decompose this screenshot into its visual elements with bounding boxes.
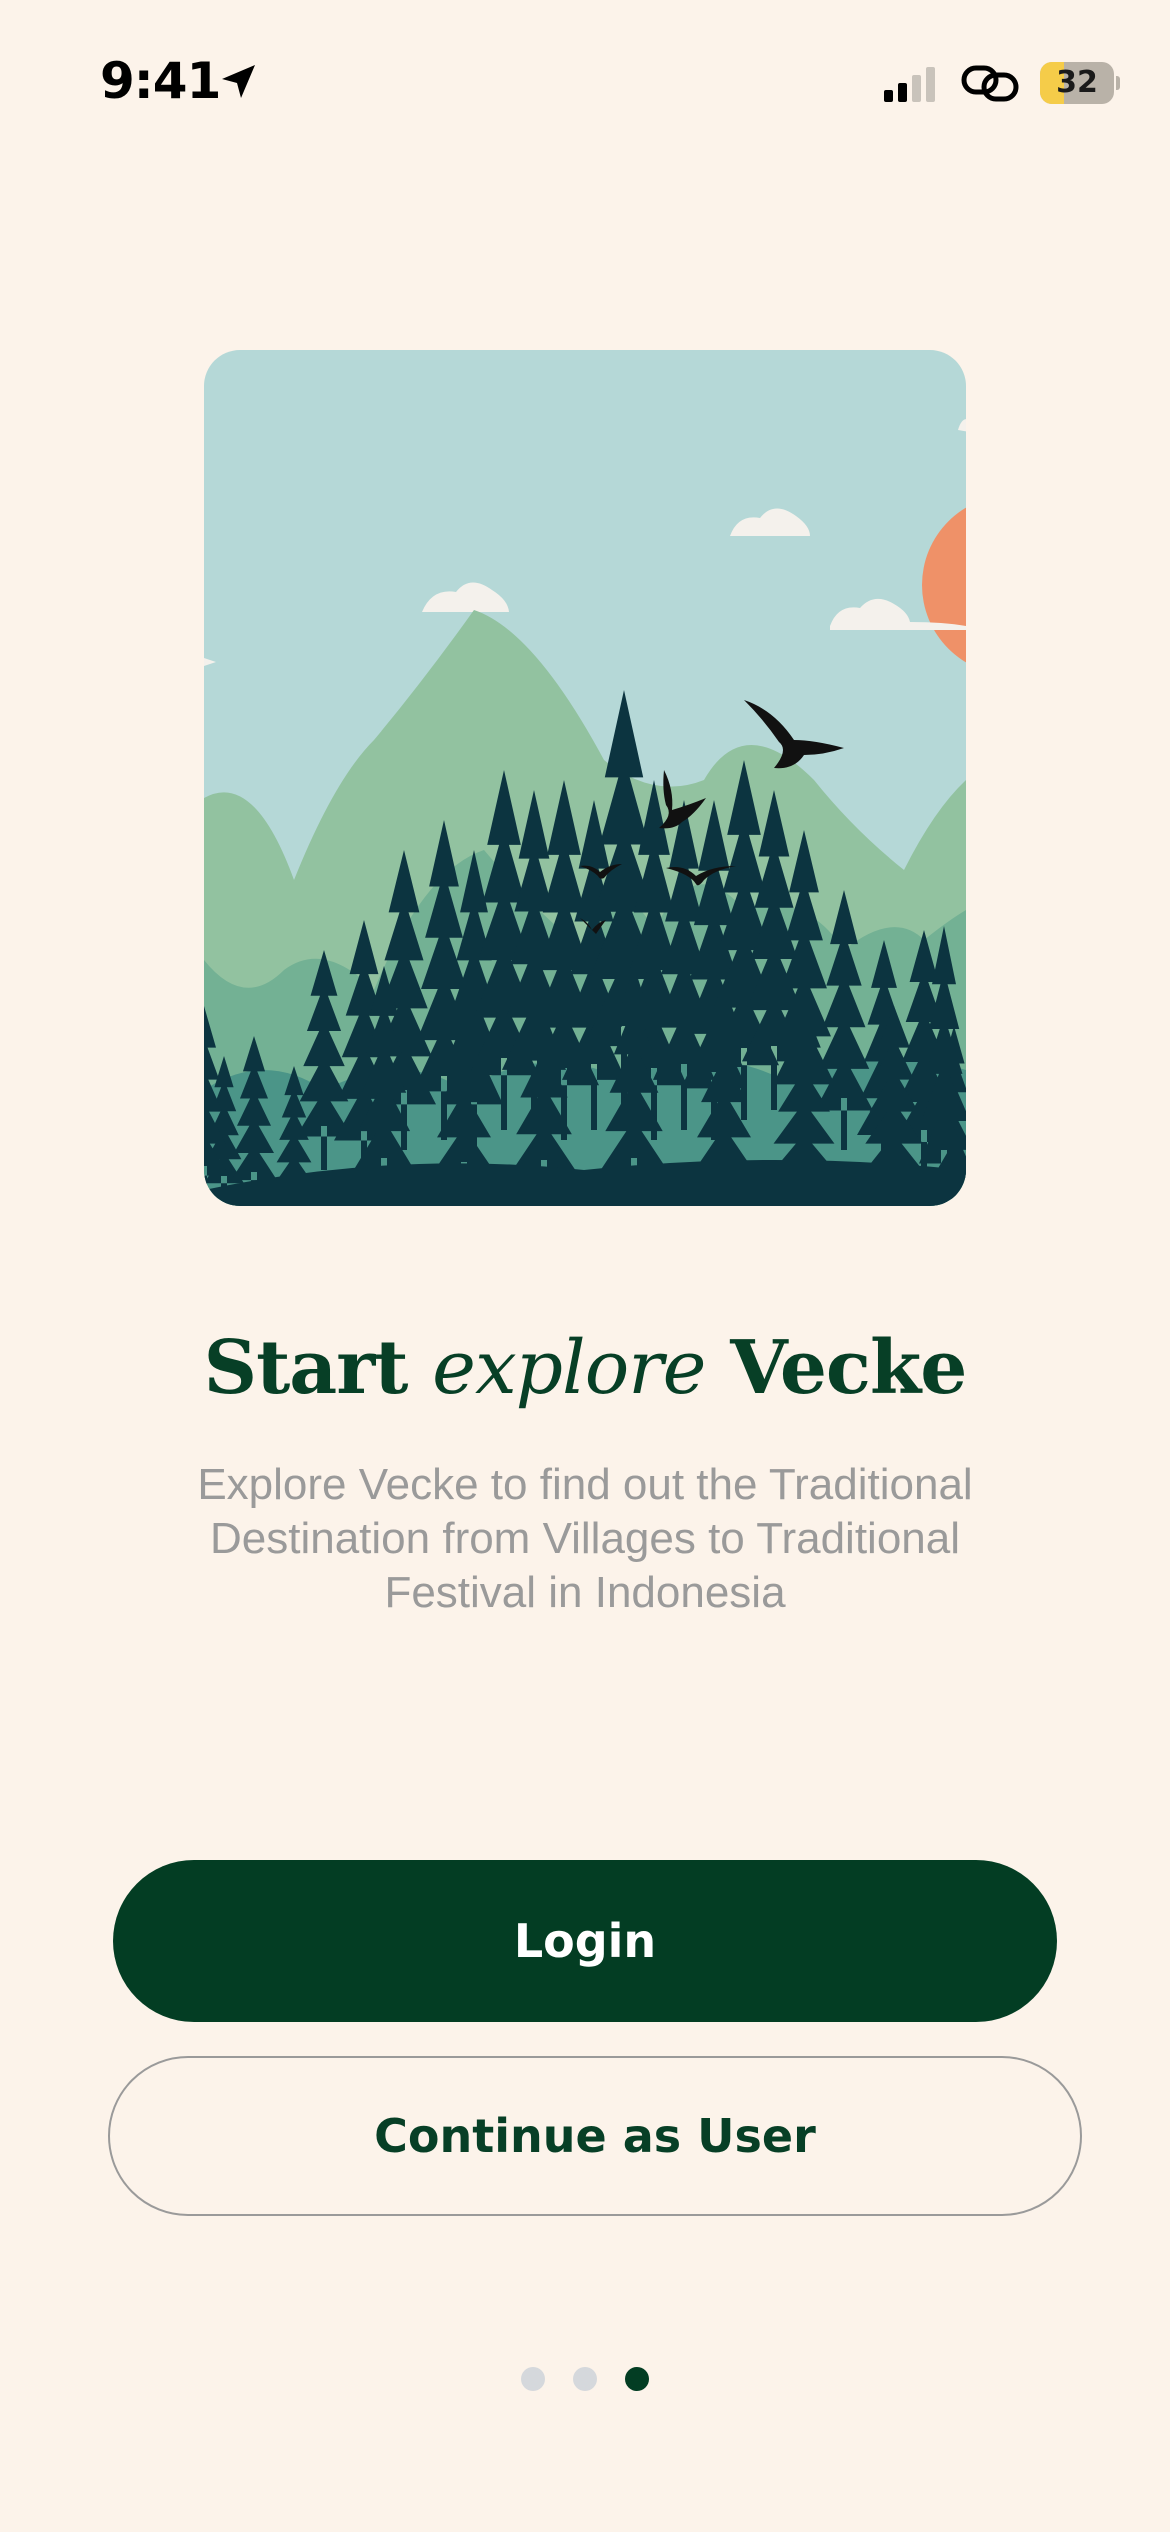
mountain-forest-illustration [204,350,966,1206]
page-dot-2[interactable] [573,2367,597,2391]
page-indicator [0,2365,1170,2395]
cellular-signal-icon [884,67,935,102]
battery-cap [1116,76,1120,90]
page-dot-3[interactable] [625,2367,649,2391]
personal-hotspot-link-icon [961,65,1019,102]
onboarding-description: Explore Vecke to find out the Traditiona… [197,1460,973,1617]
hero-illustration [204,350,966,1206]
battery-level: 32 [1056,65,1098,100]
title-start: Start [203,1325,409,1411]
continue-as-user-button[interactable]: Continue as User [108,2056,1082,2216]
location-arrow-icon [222,65,255,98]
status-bar: 9:41 32 [0,0,1170,160]
onboarding-title: Start explore Vecke [0,1325,1170,1411]
title-accent: explore [432,1325,706,1411]
battery-icon: 32 [1040,62,1120,104]
page-dot-1[interactable] [521,2367,545,2391]
login-button[interactable]: Login [113,1860,1057,2022]
title-end: Vecke [730,1325,967,1411]
status-time: 9:41 [100,52,221,110]
